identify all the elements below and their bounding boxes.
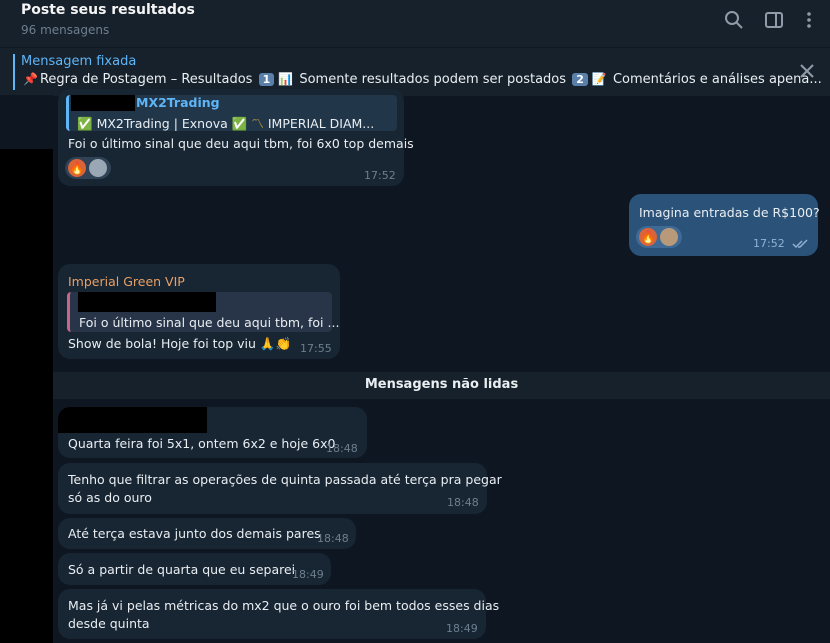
- message-time: 18:49: [292, 568, 324, 581]
- folded-hands-icon: 🙏: [259, 336, 276, 351]
- sidebar-toggle-icon[interactable]: [764, 10, 784, 30]
- fire-icon: 🔥: [639, 228, 657, 246]
- message-text: Quarta feira foi 5x1, ontem 6x2 e hoje 6…: [68, 436, 336, 451]
- bar-chart-icon: 📊: [278, 72, 294, 86]
- chat-title[interactable]: Poste seus resultados: [21, 2, 195, 18]
- fire-icon: 🔥: [68, 159, 86, 177]
- message-bubble[interactable]: Imperial Green VIP Foi o último sinal qu…: [58, 264, 340, 359]
- double-check-icon: [792, 239, 808, 249]
- unread-label: Mensagens não lidas: [364, 377, 519, 392]
- message-bubble[interactable]: Tenho que filtrar as operações de quinta…: [58, 463, 502, 514]
- pinned-part3: Comentários e análises apena...: [612, 72, 822, 87]
- pinned-part2: Somente resultados podem ser postados: [299, 72, 567, 87]
- quote-text-part1: MX2Trading | Exnova: [96, 116, 228, 131]
- pinned-label: Mensagem fixada: [21, 54, 137, 69]
- column-gap: [0, 95, 53, 149]
- message-time: 18:49: [446, 622, 478, 635]
- message-time: 18:48: [326, 442, 358, 455]
- message-bubble[interactable]: Até terça estava junto dos demais pares …: [58, 518, 356, 549]
- pushpin-icon: 📌: [23, 72, 38, 86]
- more-options-icon[interactable]: [799, 10, 819, 30]
- sender-name[interactable]: Imperial Green VIP: [68, 274, 185, 289]
- quote-text: ✅ MX2Trading | Exnova ✅ 〽 IMPERIAL DIAM.…: [77, 113, 374, 132]
- redacted-block: [71, 95, 135, 111]
- crown-icon: 〽: [251, 116, 264, 131]
- redacted-avatar-column: [0, 95, 53, 643]
- message-text-line2: só as do ouro: [68, 490, 152, 505]
- check-mark-icon: ✅: [231, 116, 248, 131]
- avatar: [89, 159, 107, 177]
- reply-quote[interactable]: Foi o último sinal que deu aqui tbm, foi…: [67, 292, 339, 332]
- message-text: Show de bola! Hoje foi top viu 🙏👏: [68, 336, 291, 352]
- message-text: Só a partir de quarta que eu separei: [68, 562, 296, 577]
- pinned-part1: Regra de Postagem – Resultados: [39, 72, 253, 87]
- keycap-two-icon: 2: [572, 73, 588, 86]
- message-text-content: Show de bola! Hoje foi top viu: [68, 336, 256, 351]
- check-mark-icon: ✅: [77, 116, 93, 131]
- message-text: Imagina entradas de R$100?: [639, 205, 820, 220]
- quote-text-part2: IMPERIAL DIAM...: [267, 116, 375, 131]
- chat-header: Poste seus resultados 96 mensagens: [0, 0, 830, 47]
- keycap-one-icon: 1: [258, 73, 275, 86]
- pinned-accent-bar: [13, 54, 15, 90]
- close-icon[interactable]: [798, 62, 816, 80]
- unread-messages-divider: Mensagens não lidas: [53, 372, 830, 399]
- message-time: 17:52: [753, 237, 785, 250]
- clapping-hands-icon: 👏: [275, 336, 292, 351]
- pinned-text: 📌 Regra de Postagem – Resultados 1 📊 Somen…: [21, 72, 822, 87]
- message-text: Foi o último sinal que deu aqui tbm, foi…: [68, 136, 414, 151]
- message-bubble[interactable]: Só a partir de quarta que eu separei 18:…: [58, 553, 331, 585]
- message-text-line2: desde quinta: [68, 616, 150, 631]
- redacted-block: [58, 407, 207, 433]
- message-time: 17:55: [300, 342, 332, 355]
- outgoing-message-bubble[interactable]: Imagina entradas de R$100? 🔥 17:52: [629, 194, 820, 256]
- message-text: Até terça estava junto dos demais pares: [68, 526, 321, 541]
- message-time: 18:48: [447, 496, 479, 509]
- quote-sender: MX2Trading: [136, 95, 220, 110]
- message-bubble[interactable]: Mas já vi pelas métricas do mx2 que o ou…: [58, 589, 499, 639]
- reply-quote[interactable]: MX2Trading ✅ MX2Trading | Exnova ✅ 〽 IMP…: [66, 95, 397, 131]
- memo-icon: 📝: [591, 72, 607, 86]
- avatar: [660, 228, 678, 246]
- reactions[interactable]: 🔥: [65, 157, 111, 179]
- message-bubble[interactable]: Quarta feira foi 5x1, ontem 6x2 e hoje 6…: [58, 407, 367, 458]
- search-icon[interactable]: [724, 10, 744, 30]
- message-time: 18:48: [317, 532, 349, 545]
- redacted-block: [78, 292, 216, 312]
- quote-text: Foi o último sinal que deu aqui tbm, foi…: [79, 315, 340, 330]
- message-text-line1: Tenho que filtrar as operações de quinta…: [68, 472, 502, 487]
- message-text-line1: Mas já vi pelas métricas do mx2 que o ou…: [68, 598, 500, 613]
- message-bubble[interactable]: MX2Trading ✅ MX2Trading | Exnova ✅ 〽 IMP…: [58, 89, 414, 186]
- member-count: 96 mensagens: [21, 23, 110, 37]
- reactions[interactable]: 🔥: [636, 226, 682, 248]
- message-time: 17:52: [364, 169, 396, 182]
